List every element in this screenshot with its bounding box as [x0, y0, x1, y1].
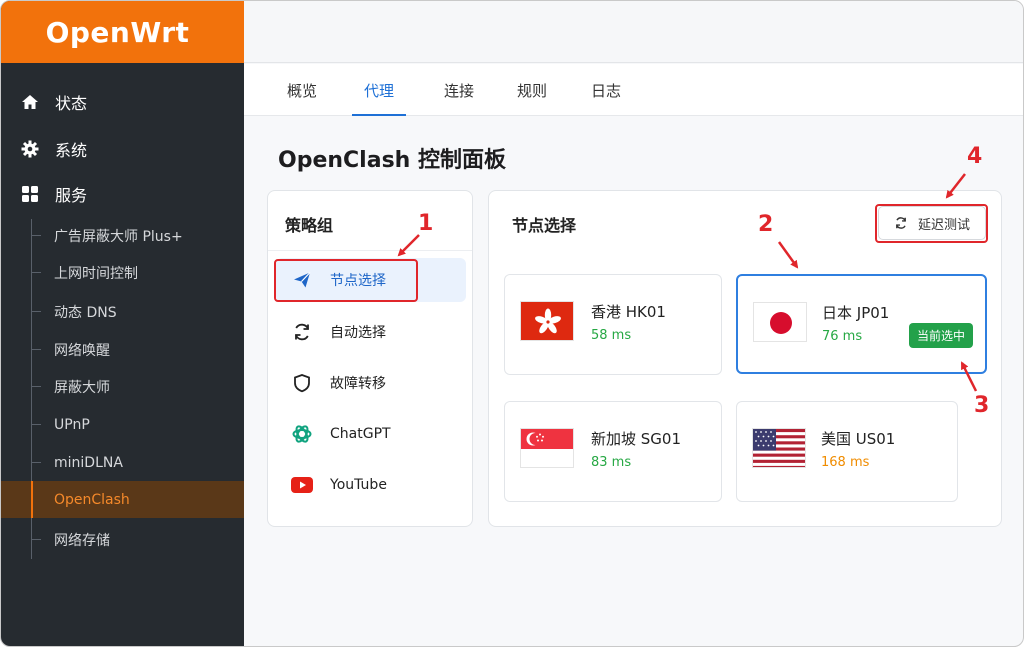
node-select-title: 节点选择	[512, 216, 577, 235]
sidebar-subitem-label: miniDLNA	[54, 454, 123, 471]
app-window: OpenWrt 状态 系统 服务 广告屏蔽大师 Plus+ 上网时间控制 动态 …	[0, 0, 1024, 647]
sidebar-subitem-block-master[interactable]: 屏蔽大师	[1, 368, 244, 405]
sidebar-subitem-wol[interactable]: 网络唤醒	[1, 331, 244, 368]
brand-logo[interactable]: OpenWrt	[1, 1, 244, 63]
annotation-number-4: 4	[967, 144, 983, 169]
node-latency: 83 ms	[591, 455, 632, 470]
policy-group-label: 故障转移	[330, 376, 386, 392]
tab-overview[interactable]: 概览	[287, 80, 317, 116]
sidebar-subitem-label: OpenClash	[54, 491, 130, 508]
sidebar-item-label: 系统	[55, 141, 88, 160]
sidebar-item-system[interactable]: 系统	[1, 127, 244, 171]
sidebar-subitem-time-control[interactable]: 上网时间控制	[1, 254, 244, 291]
node-latency: 58 ms	[591, 328, 632, 343]
node-latency: 76 ms	[822, 329, 863, 344]
sidebar-subitem-minidlna[interactable]: miniDLNA	[1, 444, 244, 481]
sidebar-item-label: 状态	[55, 94, 88, 113]
policy-group-label: YouTube	[330, 477, 387, 493]
youtube-icon	[291, 474, 313, 496]
sidebar-item-status[interactable]: 状态	[1, 80, 244, 124]
divider	[268, 250, 472, 251]
sidebar-item-services[interactable]: 服务	[1, 172, 244, 216]
sidebar-item-label: 服务	[55, 186, 88, 205]
node-name: 日本 JP01	[822, 304, 890, 322]
policy-group-item-youtube[interactable]: YouTube	[276, 463, 466, 507]
sidebar-subitem-upnp[interactable]: UPnP	[1, 406, 244, 443]
node-latency: 168 ms	[821, 455, 870, 470]
sidebar-subitem-adblock[interactable]: 广告屏蔽大师 Plus+	[1, 217, 244, 254]
node-card-jp01[interactable]: 日本 JP01 76 ms 当前选中	[736, 274, 987, 374]
japan-flag-icon	[753, 302, 807, 342]
policy-group-label: 自动选择	[330, 325, 386, 341]
policy-group-label: ChatGPT	[330, 426, 391, 442]
hong-kong-flag-icon	[520, 301, 574, 341]
annotation-number-2: 2	[758, 212, 774, 237]
policy-group-title: 策略组	[285, 216, 334, 235]
home-icon	[21, 93, 39, 111]
sidebar-subitem-ddns[interactable]: 动态 DNS	[1, 293, 244, 330]
sidebar-subitem-label: 广告屏蔽大师 Plus+	[54, 228, 183, 245]
refresh-icon	[291, 321, 313, 343]
shield-icon	[291, 372, 313, 394]
annotation-box-latency-test	[875, 204, 988, 243]
sidebar-subitem-label: 动态 DNS	[54, 304, 117, 321]
page-title: OpenClash 控制面板	[278, 148, 506, 173]
tab-rules[interactable]: 规则	[517, 80, 547, 116]
node-name: 新加坡 SG01	[591, 430, 682, 448]
node-name: 美国 US01	[821, 430, 896, 448]
policy-group-item-failover[interactable]: 故障转移	[276, 361, 466, 405]
grid-icon	[21, 185, 39, 203]
node-card-hk01[interactable]: 香港 HK01 58 ms	[504, 274, 722, 375]
annotation-number-3: 3	[974, 393, 990, 418]
policy-group-card: 策略组 节点选择 自动选择 故障转移 ChatGPT YouTube	[267, 190, 473, 527]
tab-proxy[interactable]: 代理	[351, 80, 407, 116]
singapore-flag-icon	[520, 428, 574, 468]
usa-flag-icon	[752, 428, 806, 468]
sidebar-subitem-nas[interactable]: 网络存储	[1, 521, 244, 558]
node-card-sg01[interactable]: 新加坡 SG01 83 ms	[504, 401, 722, 502]
tab-connections[interactable]: 连接	[444, 80, 474, 116]
sidebar: OpenWrt 状态 系统 服务 广告屏蔽大师 Plus+ 上网时间控制 动态 …	[1, 1, 244, 646]
sidebar-subitem-label: 网络存储	[54, 532, 110, 549]
top-bar	[244, 1, 1023, 63]
annotation-box-node-select	[274, 259, 418, 302]
sidebar-subitem-openclash[interactable]: OpenClash	[1, 481, 244, 518]
sidebar-subitem-label: UPnP	[54, 416, 90, 433]
chatgpt-icon	[291, 423, 313, 445]
tab-logs[interactable]: 日志	[591, 80, 621, 116]
tab-bar: 概览 代理 连接 规则 日志	[244, 64, 1023, 116]
annotation-number-1: 1	[418, 211, 434, 236]
gear-icon	[21, 140, 39, 158]
sidebar-subitem-label: 网络唤醒	[54, 342, 110, 359]
current-selected-badge: 当前选中	[908, 323, 973, 348]
policy-group-item-chatgpt[interactable]: ChatGPT	[276, 412, 466, 456]
sidebar-subitem-label: 屏蔽大师	[54, 379, 110, 396]
policy-group-item-auto[interactable]: 自动选择	[276, 310, 466, 354]
node-card-us01[interactable]: 美国 US01 168 ms	[736, 401, 958, 502]
node-name: 香港 HK01	[591, 303, 666, 321]
sidebar-subitem-label: 上网时间控制	[54, 265, 138, 282]
